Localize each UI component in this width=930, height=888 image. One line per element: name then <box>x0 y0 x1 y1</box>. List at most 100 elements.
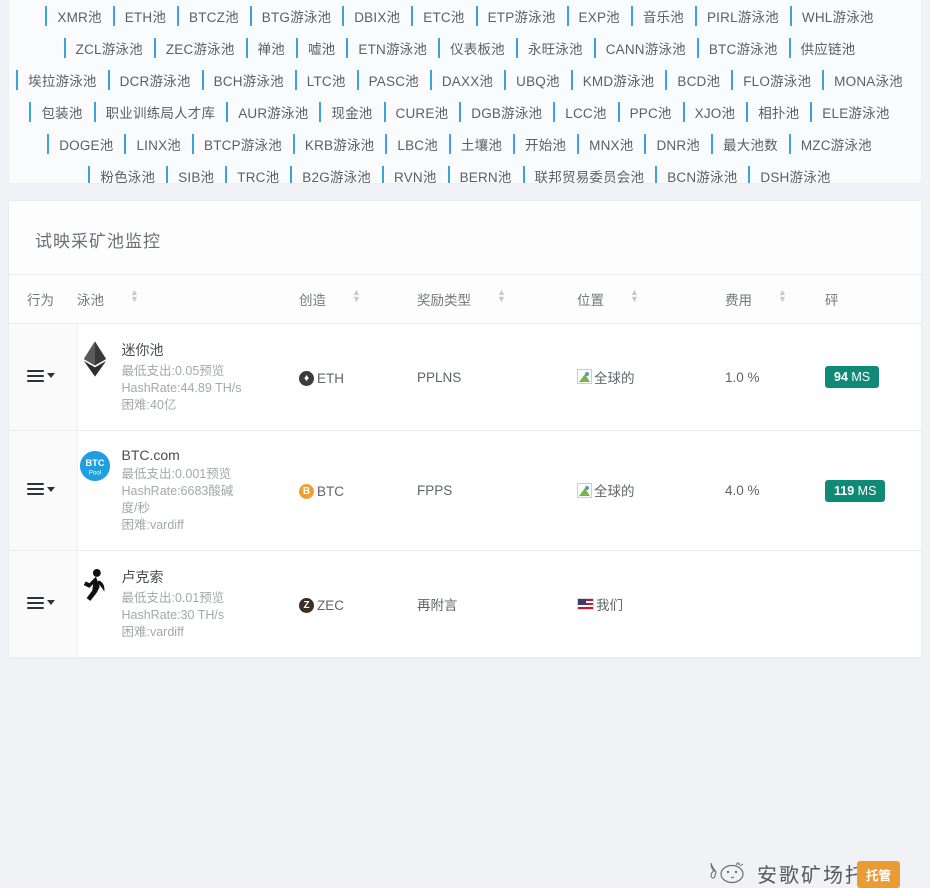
pool-tag[interactable]: LTC池 <box>295 67 357 93</box>
pool-tag[interactable]: LINX池 <box>124 131 192 157</box>
pool-tag[interactable]: BCN游泳池 <box>655 163 748 184</box>
pool-tag[interactable]: 粉色泳池 <box>88 163 166 184</box>
cat-whale-icon <box>709 858 749 888</box>
pool-tag[interactable]: BTG游泳池 <box>250 3 342 29</box>
pool-tag[interactable]: RVN池 <box>382 163 448 184</box>
pool-tag[interactable]: CURE池 <box>384 99 460 125</box>
location-label: 全球的 <box>594 367 635 387</box>
pool-tag[interactable]: 最大池数 <box>711 131 789 157</box>
sort-toggle-icon[interactable]: ▲▼ <box>130 292 139 306</box>
pool-tag[interactable]: 永旺泳池 <box>516 35 594 61</box>
pool-tag[interactable]: MNX池 <box>577 131 644 157</box>
pool-tag[interactable]: B2G游泳池 <box>290 163 382 184</box>
pool-tag[interactable]: TRC池 <box>225 163 290 184</box>
pool-tag[interactable]: UBQ池 <box>504 67 571 93</box>
pool-tag[interactable]: ETN游泳池 <box>346 35 438 61</box>
btc-pool-logo: BTCPool <box>79 450 111 482</box>
column-header-coin[interactable]: 创造▲▼ <box>299 275 417 324</box>
pool-detail: 最低支出:0.05预览 <box>122 363 242 380</box>
pool-tag[interactable]: PIRL游泳池 <box>695 3 790 29</box>
pool-tag[interactable]: DAXX池 <box>430 67 504 93</box>
pool-tag[interactable]: WHL游泳池 <box>790 3 885 29</box>
broken-image-icon <box>577 483 592 498</box>
sort-toggle-icon[interactable]: ▲▼ <box>352 292 361 306</box>
pool-tag[interactable]: 音乐池 <box>631 3 695 29</box>
cell-coin: BBTC <box>299 431 417 551</box>
pool-tag[interactable]: 土壤池 <box>449 131 513 157</box>
column-header-location[interactable]: 位置 ▲▼ <box>577 275 725 324</box>
sort-toggle-icon[interactable]: ▲▼ <box>497 292 506 306</box>
pool-tag[interactable]: 相扑池 <box>746 99 810 125</box>
pool-tag[interactable]: DNR池 <box>644 131 711 157</box>
pool-tag[interactable]: 禅池 <box>246 35 296 61</box>
pool-tag[interactable]: LBC池 <box>385 131 449 157</box>
hamburger-caret-icon[interactable] <box>27 597 55 609</box>
status-badge-orange: 托管 <box>857 861 900 888</box>
cell-action[interactable] <box>9 551 77 658</box>
pool-tag[interactable]: AUR游泳池 <box>226 99 319 125</box>
pool-tag[interactable]: EXP池 <box>567 3 631 29</box>
pool-tag[interactable]: BTCP游泳池 <box>192 131 293 157</box>
pool-tag[interactable]: 供应链池 <box>789 35 867 61</box>
pool-tag[interactable]: KMD游泳池 <box>571 67 666 93</box>
cell-action[interactable] <box>9 324 77 431</box>
pool-name[interactable]: 卢克索 <box>122 567 225 587</box>
table-head: 行为泳池▲▼创造▲▼奖励类型▲▼位置▲▼费用▲▼砰 <box>9 275 921 324</box>
pool-tag[interactable]: ETP游泳池 <box>476 3 567 29</box>
sort-toggle-icon[interactable]: ▲▼ <box>778 292 787 306</box>
column-header-pool[interactable]: 泳池▲▼ <box>77 275 299 324</box>
pool-tag[interactable]: PPC池 <box>618 99 683 125</box>
pool-tag[interactable]: DGB游泳池 <box>459 99 553 125</box>
pool-detail: 困难:vardiff <box>122 624 225 641</box>
pool-tag[interactable]: XMR池 <box>45 3 112 29</box>
pool-tag[interactable]: BCD池 <box>665 67 731 93</box>
column-header-reward-type[interactable]: 奖励类型▲▼ <box>417 275 577 324</box>
pool-tag[interactable]: 开始池 <box>513 131 577 157</box>
pool-tag[interactable]: MZC游泳池 <box>789 131 883 157</box>
cell-action[interactable] <box>9 431 77 551</box>
pool-name[interactable]: 迷你池 <box>122 340 242 360</box>
cell-reward-type: FPPS <box>417 431 577 551</box>
pool-name[interactable]: BTC.com <box>122 447 246 463</box>
hamburger-caret-icon[interactable] <box>27 483 55 495</box>
pool-tag[interactable]: 现金池 <box>319 99 383 125</box>
column-header-fee[interactable]: 费用▲▼ <box>725 275 825 324</box>
pool-tag[interactable]: DCR游泳池 <box>108 67 202 93</box>
pool-tag[interactable]: LCC池 <box>553 99 617 125</box>
pool-tag[interactable]: BCH游泳池 <box>202 67 295 93</box>
tag-row: ZCL游泳池ZEC游泳池禅池嘘池ETN游泳池仪表板池永旺泳池CANN游泳池BTC… <box>15 32 915 64</box>
column-header-label: 位置 <box>577 289 604 309</box>
pool-tag[interactable]: 职业训练局人才库 <box>94 99 227 125</box>
pool-tag[interactable]: BERN池 <box>448 163 523 184</box>
pool-tag[interactable]: PASC池 <box>357 67 430 93</box>
pool-tag[interactable]: 联邦贸易委员会池 <box>523 163 656 184</box>
pool-tag[interactable]: ETH池 <box>113 3 177 29</box>
pool-tag[interactable]: XJO池 <box>683 99 747 125</box>
table-row[interactable]: 迷你池最低支出:0.05预览HashRate:44.89 TH/s困难:40亿♦… <box>9 324 921 431</box>
pool-tag[interactable]: MONA泳池 <box>822 67 914 93</box>
pool-tag[interactable]: BTC游泳池 <box>697 35 789 61</box>
pool-tag[interactable]: ZCL游泳池 <box>64 35 154 61</box>
pool-tag[interactable]: 嘘池 <box>296 35 346 61</box>
cell-ping: 94 MS <box>825 324 921 431</box>
luxor-runner-icon <box>81 568 109 604</box>
table-row[interactable]: 卢克索最低支出:0.01预览HashRate:30 TH/s困难:vardiff… <box>9 551 921 658</box>
pool-tag[interactable]: ZEC游泳池 <box>154 35 246 61</box>
pool-tag[interactable]: ETC池 <box>411 3 475 29</box>
pool-tag[interactable]: BTCZ池 <box>177 3 250 29</box>
pool-tag[interactable]: 仪表板池 <box>438 35 516 61</box>
pool-tag[interactable]: DSH游泳池 <box>748 163 841 184</box>
pool-tag[interactable]: DOGE池 <box>47 131 124 157</box>
pool-tag[interactable]: DBIX池 <box>342 3 411 29</box>
pool-tag[interactable]: SIB池 <box>166 163 225 184</box>
sort-toggle-icon[interactable]: ▲▼ <box>630 292 639 306</box>
pool-tag[interactable]: 埃拉游泳池 <box>16 67 108 93</box>
pool-tag[interactable]: 包装池 <box>29 99 93 125</box>
hamburger-caret-icon[interactable] <box>27 370 55 382</box>
fee-value: 1.0 % <box>725 370 760 385</box>
table-row[interactable]: BTCPoolBTC.com最低支出:0.001预览HashRate:6683酸… <box>9 431 921 551</box>
pool-tag[interactable]: CANN游泳池 <box>594 35 697 61</box>
pool-tag[interactable]: FLO游泳池 <box>731 67 822 93</box>
pool-tag[interactable]: KRB游泳池 <box>293 131 385 157</box>
pool-tag[interactable]: ELE游泳池 <box>810 99 900 125</box>
